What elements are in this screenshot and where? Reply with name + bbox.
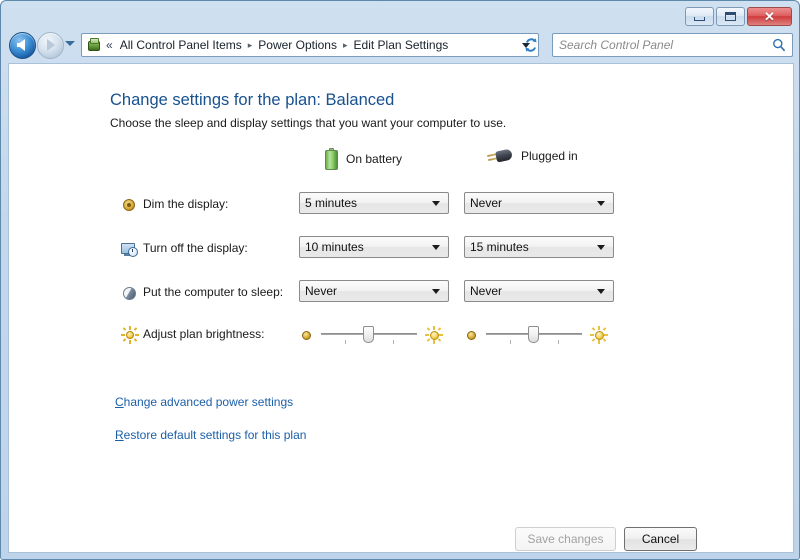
slider-tick [510, 340, 511, 344]
dropdown-value: 5 minutes [305, 196, 358, 210]
sun-dim-icon [464, 328, 478, 342]
dropdown-sleep-plugged-in[interactable]: Never [464, 280, 614, 302]
chevron-down-icon [597, 200, 605, 206]
refresh-button[interactable] [520, 34, 542, 56]
link-change-advanced-power-settings[interactable]: Change advanced power settings [115, 395, 293, 409]
page-title: Change settings for the plan: Balanced [110, 91, 395, 109]
cancel-label: Cancel [641, 532, 680, 546]
chevron-down-icon [432, 244, 440, 250]
maximize-button[interactable] [716, 7, 745, 26]
slider-tick [393, 340, 394, 344]
sun-dim-icon [299, 328, 313, 342]
content-pane: Change settings for the plan: Balanced C… [8, 63, 794, 553]
setting-row-turn-off-display: Turn off the display: 10 minutes 15 minu… [9, 236, 793, 262]
slider-thumb[interactable] [363, 326, 374, 343]
breadcrumb-item-all-control-panel-items[interactable]: All Control Panel Items [117, 36, 245, 54]
arrow-right-icon [47, 39, 55, 51]
window-controls: ✕ [685, 7, 792, 26]
dropdown-value: 15 minutes [470, 240, 529, 254]
minimize-button[interactable] [685, 7, 714, 26]
refresh-icon [525, 38, 537, 52]
chevron-down-icon [597, 288, 605, 294]
save-changes-button[interactable]: Save changes [515, 527, 616, 551]
address-bar[interactable]: « All Control Panel Items ▸ Power Option… [81, 33, 539, 57]
setting-row-sleep: Put the computer to sleep: Never Never [9, 280, 793, 306]
slider-thumb[interactable] [528, 326, 539, 343]
slider-tick [558, 340, 559, 344]
column-header-plugged-in-label: Plugged in [521, 149, 578, 163]
arrow-left-icon [17, 39, 25, 51]
breadcrumb-separator-icon: ▸ [247, 39, 253, 50]
dropdown-value: Never [305, 284, 338, 298]
brightness-slider-on-battery[interactable] [299, 324, 443, 346]
setting-label-dim-display: Dim the display: [143, 197, 229, 211]
slider-track-wrapper[interactable] [321, 324, 417, 346]
setting-label-sleep: Put the computer to sleep: [143, 285, 284, 299]
breadcrumb-overflow-icon[interactable]: « [106, 38, 113, 52]
back-button[interactable] [9, 32, 36, 59]
power-plug-icon [486, 148, 513, 164]
dropdown-dim-display-plugged-in[interactable]: Never [464, 192, 614, 214]
column-header-on-battery-label: On battery [346, 152, 403, 166]
chevron-down-icon [597, 244, 605, 250]
setting-row-brightness: Adjust plan brightness: [9, 322, 793, 348]
close-icon: ✕ [764, 9, 775, 24]
breadcrumb-item-edit-plan-settings[interactable]: Edit Plan Settings [351, 36, 452, 54]
battery-icon [325, 148, 338, 170]
save-changes-label: Save changes [527, 532, 604, 546]
sleep-icon [121, 284, 139, 302]
slider-track-wrapper[interactable] [486, 324, 582, 346]
setting-label-turn-off-display: Turn off the display: [143, 241, 248, 255]
breadcrumb-separator-icon: ▸ [342, 39, 348, 50]
control-panel-icon [86, 37, 102, 53]
link-accelerator: R [115, 428, 124, 442]
monitor-clock-icon [121, 240, 139, 258]
link-text: hange advanced power settings [123, 395, 294, 409]
search-box[interactable]: Search Control Panel [552, 33, 793, 57]
dropdown-dim-display-on-battery[interactable]: 5 minutes [299, 192, 449, 214]
navigation-bar: « All Control Panel Items ▸ Power Option… [1, 29, 799, 62]
search-icon [773, 38, 786, 52]
setting-label-brightness: Adjust plan brightness: [143, 327, 265, 341]
brightness-sun-icon [121, 326, 139, 344]
dim-display-icon [121, 196, 139, 214]
slider-tick [345, 340, 346, 344]
link-accelerator: C [115, 395, 124, 409]
chevron-down-icon [432, 200, 440, 206]
chevron-down-icon [432, 288, 440, 294]
search-input[interactable]: Search Control Panel [559, 38, 772, 52]
setting-row-dim-display: Dim the display: 5 minutes Never [9, 192, 793, 218]
sun-bright-icon [425, 326, 443, 344]
maximize-icon [725, 12, 736, 21]
dropdown-turn-off-display-plugged-in[interactable]: 15 minutes [464, 236, 614, 258]
brightness-slider-plugged-in[interactable] [464, 324, 608, 346]
breadcrumb-item-power-options[interactable]: Power Options [255, 36, 340, 54]
cancel-button[interactable]: Cancel [624, 527, 697, 551]
link-restore-default-settings[interactable]: Restore default settings for this plan [115, 428, 306, 442]
minimize-icon [694, 17, 705, 21]
dropdown-value: 10 minutes [305, 240, 364, 254]
column-header-on-battery: On battery [325, 148, 402, 170]
page-subtitle: Choose the sleep and display settings th… [110, 116, 507, 130]
dropdown-value: Never [470, 196, 503, 210]
control-panel-window: ✕ « All Control Panel Items ▸ Power Opti… [0, 0, 800, 560]
column-header-plugged-in: Plugged in [486, 148, 578, 164]
forward-button[interactable] [37, 32, 64, 59]
title-bar: ✕ [1, 1, 799, 29]
sun-bright-icon [590, 326, 608, 344]
dropdown-value: Never [470, 284, 503, 298]
link-text: estore default settings for this plan [123, 428, 307, 442]
dropdown-turn-off-display-on-battery[interactable]: 10 minutes [299, 236, 449, 258]
close-button[interactable]: ✕ [747, 7, 792, 26]
chevron-down-icon[interactable] [65, 41, 75, 46]
dropdown-sleep-on-battery[interactable]: Never [299, 280, 449, 302]
